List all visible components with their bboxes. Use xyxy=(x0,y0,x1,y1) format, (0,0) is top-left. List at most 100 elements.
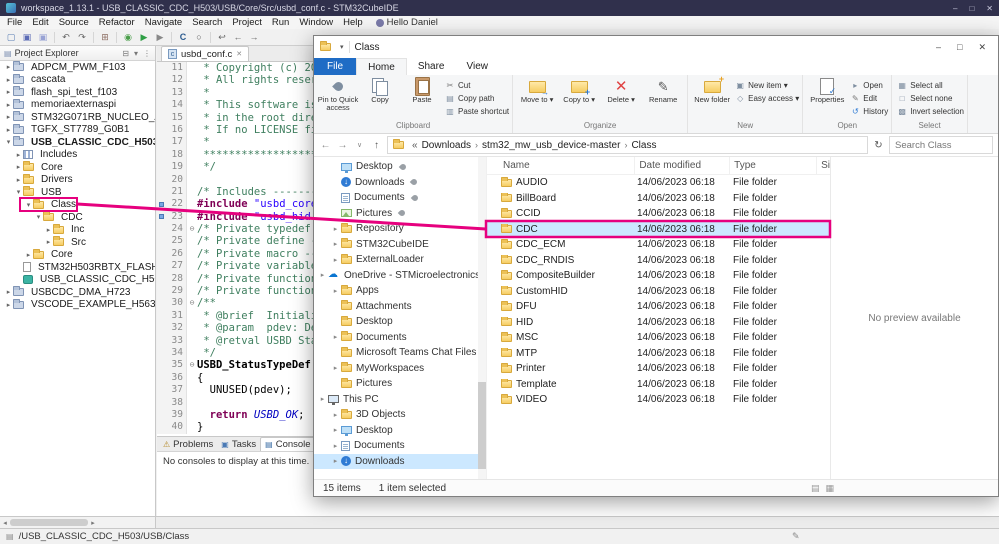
tree-item-inc[interactable]: ▸Inc xyxy=(0,224,155,237)
ribbon-button-history[interactable]: History xyxy=(850,105,888,118)
ribbon-button-edit[interactable]: Edit xyxy=(850,92,888,105)
code-text[interactable]: { xyxy=(197,372,203,384)
code-text[interactable]: } xyxy=(197,421,203,433)
nav-item-microsoft-teams-chat-files[interactable]: Microsoft Teams Chat Files xyxy=(314,345,486,361)
expander-collapsed-icon[interactable]: ▸ xyxy=(4,126,13,134)
run-icon[interactable] xyxy=(137,31,151,44)
ribbon-button-properties[interactable]: Properties xyxy=(806,76,848,104)
expander-icon[interactable]: ▸ xyxy=(330,457,341,465)
menu-window[interactable]: Window xyxy=(294,17,338,28)
collapse-all-icon[interactable] xyxy=(122,49,129,58)
file-row-msc[interactable]: MSC14/06/2023 06:18File folder xyxy=(487,330,830,346)
tree-item-includes[interactable]: ▸Includes xyxy=(0,149,155,162)
undo-icon[interactable] xyxy=(59,31,73,44)
expander-collapsed-icon[interactable]: ▸ xyxy=(44,226,53,234)
nav-item-desktop[interactable]: Desktop xyxy=(314,159,486,175)
expander-icon[interactable]: ▸ xyxy=(330,411,341,419)
file-row-cdc[interactable]: CDC14/06/2023 06:18File folder xyxy=(487,222,830,238)
tree-item-usb-classic-cdc-h503[interactable]: ▾USB_CLASSIC_CDC_H503 xyxy=(0,136,155,149)
code-text[interactable]: * If no LICENSE file xyxy=(197,124,330,136)
explorer-close-button[interactable] xyxy=(978,42,986,53)
expander-icon[interactable]: ▸ xyxy=(317,271,328,279)
expander-icon[interactable]: ▸ xyxy=(330,240,341,248)
nav-scrollbar[interactable] xyxy=(478,157,486,479)
file-row-ccid[interactable]: CCID14/06/2023 06:18File folder xyxy=(487,206,830,222)
ribbon-tab-share[interactable]: Share xyxy=(407,58,456,75)
ide-maximize-button[interactable] xyxy=(969,4,974,13)
menu-search[interactable]: Search xyxy=(187,17,227,28)
nav-item-pictures[interactable]: Pictures xyxy=(314,206,486,222)
expander-expanded-icon[interactable]: ▾ xyxy=(34,213,43,221)
tree-item-core[interactable]: ▸Core xyxy=(0,161,155,174)
file-row-template[interactable]: Template14/06/2023 06:18File folder xyxy=(487,377,830,393)
nav-item-desktop[interactable]: ▸Desktop xyxy=(314,423,486,439)
file-row-billboard[interactable]: BillBoard14/06/2023 06:18File folder xyxy=(487,191,830,207)
nav-item-onedrive-stmicroelectronics[interactable]: ▸OneDrive - STMicroelectronics xyxy=(314,268,486,284)
view-menu-icon[interactable] xyxy=(134,49,138,58)
code-text[interactable]: * @retval USBD Statu xyxy=(197,335,330,347)
file-row-printer[interactable]: Printer14/06/2023 06:18File folder xyxy=(487,361,830,377)
code-text[interactable]: * Copyright (c) 2015 xyxy=(197,62,330,74)
ribbon-button-move-to[interactable]: Move to ▾ xyxy=(516,76,558,104)
expander-collapsed-icon[interactable]: ▸ xyxy=(14,176,23,184)
nav-item-this-pc[interactable]: ▸This PC xyxy=(314,392,486,408)
code-text[interactable]: * @param pdev: Devi xyxy=(197,322,330,334)
scrollbar-thumb[interactable] xyxy=(10,519,88,526)
expander-icon[interactable]: ▸ xyxy=(330,256,341,264)
ribbon-tab-view[interactable]: View xyxy=(456,58,500,75)
build-icon[interactable] xyxy=(98,31,112,44)
tree-item-class[interactable]: ▾Class xyxy=(0,199,155,212)
expander-collapsed-icon[interactable]: ▸ xyxy=(4,101,13,109)
file-row-hid[interactable]: HID14/06/2023 06:18File folder xyxy=(487,315,830,331)
search-input[interactable]: Search Class xyxy=(889,136,993,154)
code-text[interactable]: /** xyxy=(197,297,216,309)
expander-icon[interactable]: ▸ xyxy=(330,426,341,434)
close-tab-icon[interactable] xyxy=(236,50,242,58)
redo-icon[interactable] xyxy=(75,31,89,44)
ribbon-tab-home[interactable]: Home xyxy=(356,58,407,75)
tree-item-cascata[interactable]: ▸cascata xyxy=(0,74,155,87)
tree-item-adpcm-pwm-f103[interactable]: ▸ADPCM_PWM_F103 xyxy=(0,61,155,74)
code-text[interactable]: * xyxy=(197,136,210,148)
menu-file[interactable]: File xyxy=(2,17,27,28)
menu-navigate[interactable]: Navigate xyxy=(140,17,188,28)
ribbon-button-rename[interactable]: Rename xyxy=(642,76,684,104)
nav-item-attachments[interactable]: Attachments xyxy=(314,299,486,315)
breadcrumb-item-stm32-mw-usb-device-master[interactable]: stm32_mw_usb_device-master xyxy=(482,140,620,151)
ribbon-button-easy-access[interactable]: Easy access ▾ xyxy=(735,92,799,105)
menu-run[interactable]: Run xyxy=(267,17,294,28)
file-row-cdc-rndis[interactable]: CDC_RNDIS14/06/2023 06:18File folder xyxy=(487,253,830,269)
tree-item-usb-classic-cdc-h503-ioc[interactable]: USB_CLASSIC_CDC_H503.ioc xyxy=(0,274,155,287)
ide-minimize-button[interactable] xyxy=(953,4,957,13)
code-text[interactable]: */ xyxy=(197,347,216,359)
tree-item-stm32g071rb-nucleo-az2-in-stm3[interactable]: ▸STM32G071RB_NUCLEO_AZ2 (in STM3 xyxy=(0,111,155,124)
file-row-video[interactable]: VIDEO14/06/2023 06:18File folder xyxy=(487,392,830,408)
nav-item-3d-objects[interactable]: ▸3D Objects xyxy=(314,407,486,423)
expander-icon[interactable]: ▸ xyxy=(330,225,341,233)
menu-help[interactable]: Help xyxy=(338,17,368,28)
ribbon-button-new-folder[interactable]: New folder xyxy=(691,76,733,104)
explorer-maximize-button[interactable] xyxy=(957,42,962,53)
tree-item-core[interactable]: ▸Core xyxy=(0,249,155,262)
explorer-minimize-button[interactable] xyxy=(936,42,941,53)
expander-collapsed-icon[interactable]: ▸ xyxy=(4,113,13,121)
nav-item-stm32cubeide[interactable]: ▸STM32CubeIDE xyxy=(314,237,486,253)
ribbon-button-copy-to[interactable]: Copy to ▾ xyxy=(558,76,600,104)
tree-item-src[interactable]: ▸Src xyxy=(0,236,155,249)
editor-tab-usbd-conf-c[interactable]: usbd_conf.c xyxy=(161,46,249,61)
expander-expanded-icon[interactable]: ▾ xyxy=(4,138,13,146)
nav-item-documents[interactable]: ▸Documents xyxy=(314,438,486,454)
nav-item-desktop[interactable]: Desktop xyxy=(314,314,486,330)
tree-item-flash-spi-test-f103[interactable]: ▸flash_spi_test_f103 xyxy=(0,86,155,99)
fold-collapse-icon[interactable]: ⊖ xyxy=(187,223,197,235)
ribbon-button-paste-shortcut[interactable]: Paste shortcut xyxy=(445,105,509,118)
debug-icon[interactable] xyxy=(121,31,135,44)
breadcrumb-item-class[interactable]: Class xyxy=(631,140,656,151)
save-all-icon[interactable] xyxy=(36,31,50,44)
project-explorer-hscrollbar[interactable] xyxy=(0,517,156,528)
code-text[interactable]: * @brief Initialize xyxy=(197,310,330,322)
column-header-name[interactable]: Name xyxy=(487,157,635,174)
up-icon[interactable] xyxy=(370,140,383,151)
column-header-date-modified[interactable]: Date modified xyxy=(635,157,730,174)
file-row-compositebuilder[interactable]: CompositeBuilder14/06/2023 06:18File fol… xyxy=(487,268,830,284)
